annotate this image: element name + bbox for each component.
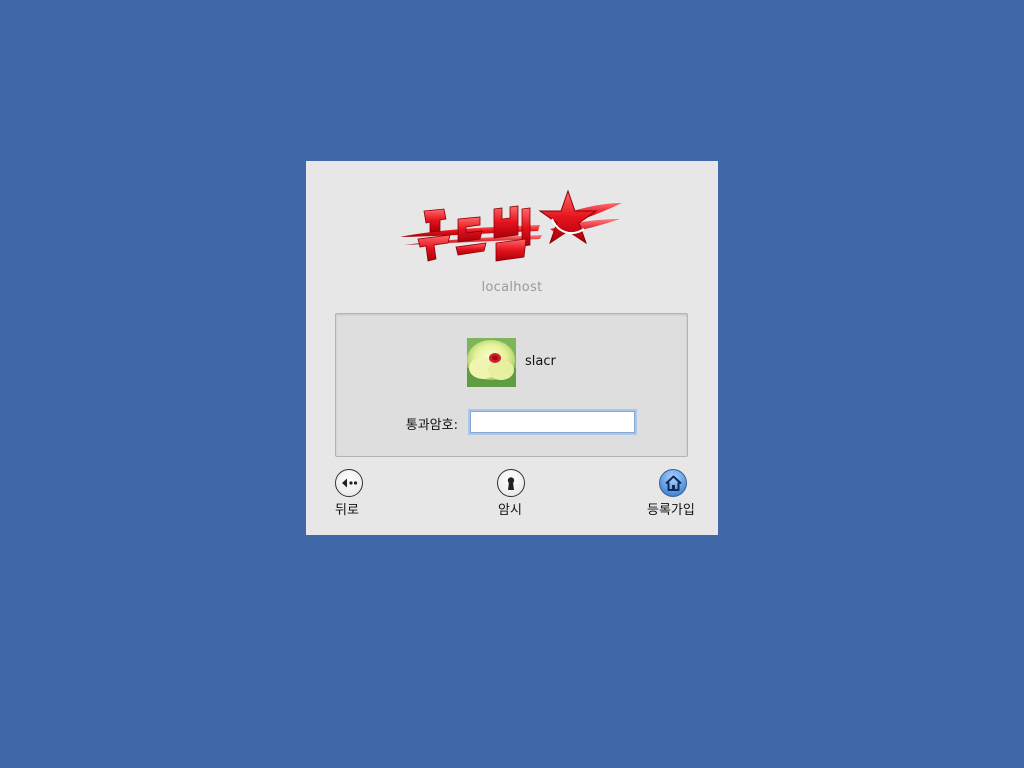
hostname-label: localhost: [481, 280, 543, 295]
hint-label: 암시: [498, 503, 522, 518]
username-label: slacr: [525, 354, 556, 369]
yellow-flower-avatar-icon: [467, 338, 516, 387]
hint-button[interactable]: 암시: [482, 468, 562, 518]
password-field[interactable]: [470, 411, 635, 433]
red-star-logo: [400, 189, 622, 262]
keyhole-icon: [497, 469, 525, 497]
home-icon: [659, 469, 687, 497]
register-button[interactable]: 등록가입: [646, 468, 726, 518]
register-label: 등록가입: [647, 503, 695, 518]
back-label: 뒤로: [335, 503, 359, 518]
user-avatar[interactable]: [467, 338, 516, 387]
back-button[interactable]: 뒤로: [335, 468, 415, 518]
user-panel: slacr 통과암호:: [335, 313, 688, 457]
login-window: localhost slacr 통과암호: 뒤로 암시 등록가입: [306, 161, 718, 535]
password-label: 통과암호:: [405, 418, 458, 433]
back-arrow-icon: [335, 469, 363, 497]
